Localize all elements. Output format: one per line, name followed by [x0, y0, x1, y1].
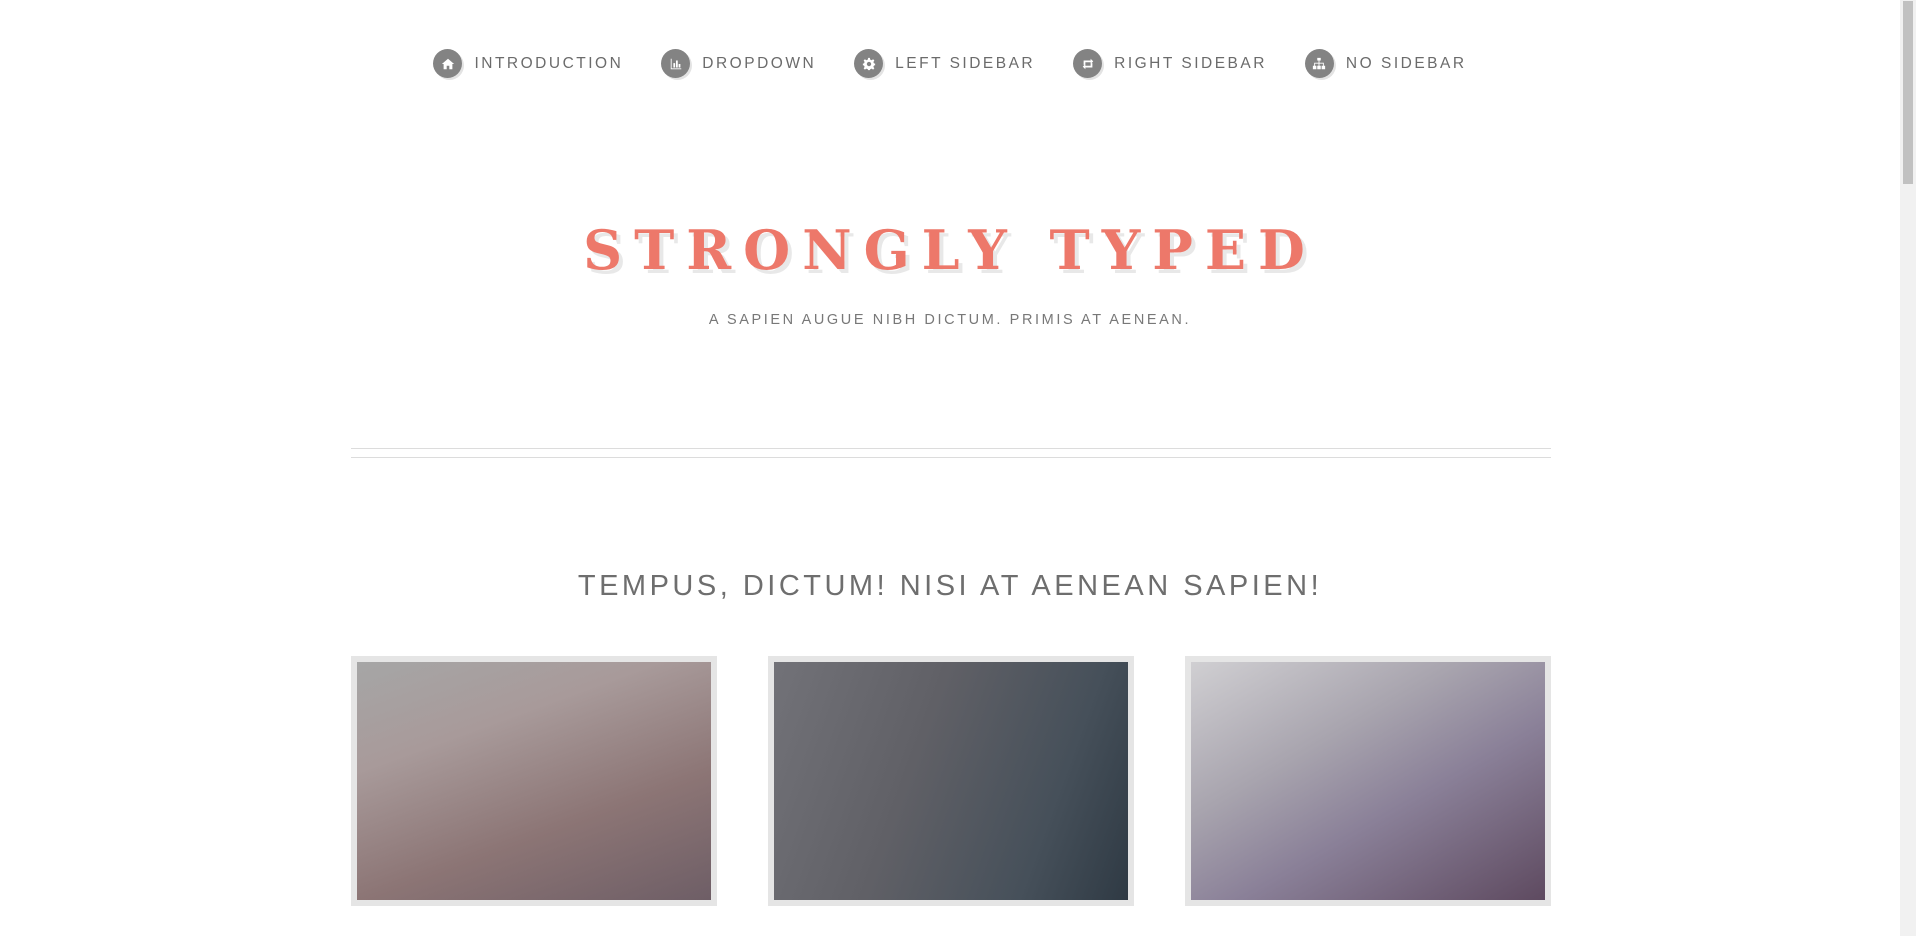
- main-nav: INTRODUCTION DROPDOWN LEFT SIDEBAR RIGHT…: [0, 49, 1900, 78]
- vertical-scrollbar[interactable]: [1900, 0, 1916, 936]
- nav-item-introduction[interactable]: INTRODUCTION: [433, 49, 623, 78]
- thumbnail-image-link[interactable]: [351, 656, 717, 906]
- thumbnail-image: [1191, 662, 1545, 900]
- nav-label: DROPDOWN: [702, 54, 817, 72]
- nav-item-left-sidebar[interactable]: LEFT SIDEBAR: [854, 49, 1035, 78]
- thumbnail-image: [774, 662, 1128, 900]
- home-icon: [433, 49, 463, 78]
- nav-label: INTRODUCTION: [474, 54, 624, 72]
- retweet-icon: [1073, 49, 1103, 78]
- divider: [351, 457, 1551, 458]
- bar-chart-icon: [661, 49, 691, 78]
- thumbnail-image: [357, 662, 711, 900]
- gear-icon: [854, 49, 884, 78]
- nav-label: NO SIDEBAR: [1345, 54, 1467, 72]
- thumbnail-row: [351, 656, 1551, 906]
- section-heading: TEMPUS, DICTUM! NISI AT AENEAN SAPIEN!: [577, 570, 1323, 602]
- scrollbar-thumb[interactable]: [1903, 1, 1913, 184]
- nav-item-no-sidebar[interactable]: NO SIDEBAR: [1304, 49, 1467, 78]
- site-tagline: A SAPIEN AUGUE NIBH DICTUM. PRIMIS AT AE…: [708, 312, 1192, 328]
- thumbnail-image-link[interactable]: [768, 656, 1134, 906]
- nav-item-right-sidebar[interactable]: RIGHT SIDEBAR: [1073, 49, 1267, 78]
- page: INTRODUCTION DROPDOWN LEFT SIDEBAR RIGHT…: [0, 0, 1916, 936]
- divider: [351, 448, 1551, 449]
- nav-label: LEFT SIDEBAR: [895, 54, 1036, 72]
- nav-item-dropdown[interactable]: DROPDOWN: [661, 49, 816, 78]
- nav-label: RIGHT SIDEBAR: [1114, 54, 1267, 72]
- sitemap-icon: [1304, 49, 1334, 78]
- thumbnail-image-link[interactable]: [1185, 656, 1551, 906]
- site-logo-title[interactable]: STRONGLY TYPED: [0, 223, 1900, 277]
